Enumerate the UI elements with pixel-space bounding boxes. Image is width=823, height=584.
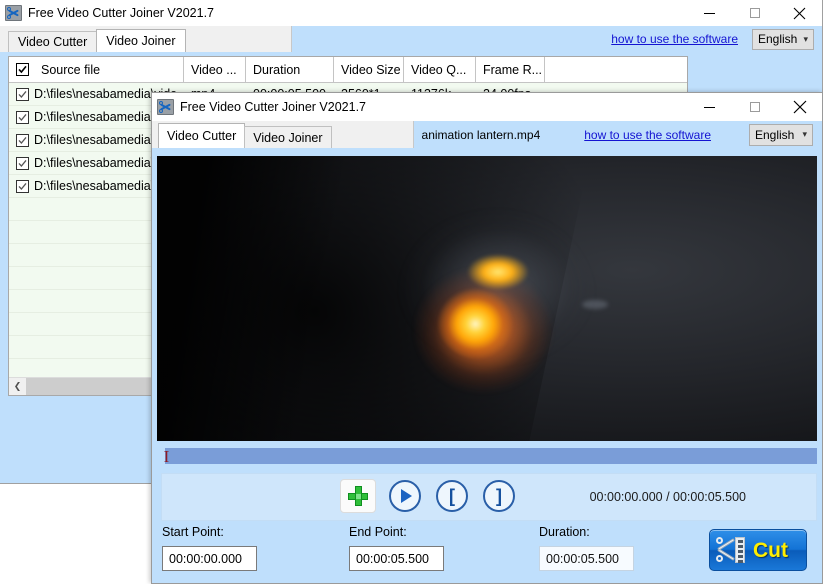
chevron-down-icon: ▾ (803, 33, 808, 44)
how-to-use-link[interactable]: how to use the software (584, 128, 711, 142)
trim-fields: Start Point: 00:00:00.000 End Point: 00:… (152, 525, 822, 581)
tab-video-cutter[interactable]: Video Cutter (8, 31, 98, 52)
current-file-label: animation lantern.mp4 (421, 127, 541, 142)
scissors-film-icon (716, 536, 746, 564)
tabstrip-window2: Video Cutter Video Joiner animation lant… (152, 121, 822, 148)
row-checkbox[interactable] (16, 87, 29, 101)
tab-video-joiner[interactable]: Video Joiner (244, 126, 332, 148)
select-all-checkbox[interactable] (16, 63, 29, 76)
cut-button-label: Cut (753, 538, 788, 562)
close-icon[interactable] (777, 93, 822, 121)
tab-video-cutter[interactable]: Video Cutter (158, 123, 246, 148)
set-start-point-button[interactable]: [ (434, 479, 470, 513)
play-button[interactable] (387, 479, 423, 513)
video-preview[interactable] (157, 156, 817, 441)
header-video-format[interactable]: Video ... (184, 57, 246, 82)
language-select[interactable]: English ▾ (752, 28, 814, 50)
maximize-button[interactable] (732, 93, 777, 121)
app-icon (5, 5, 22, 21)
plus-icon (348, 486, 368, 506)
row-checkbox[interactable] (16, 133, 29, 147)
header-source-file[interactable]: Source file (9, 57, 184, 82)
window-controls (687, 93, 822, 121)
timeline-track[interactable] (165, 448, 817, 464)
playback-buttons: [ ] (340, 479, 517, 513)
list-header-row: Source file Video ... Duration Video Siz… (9, 57, 687, 83)
row-checkbox[interactable] (16, 110, 29, 124)
close-icon[interactable] (777, 0, 822, 27)
preview-edge-shadow (157, 156, 382, 441)
add-clip-button[interactable] (340, 479, 376, 513)
header-links-window2: animation lantern.mp4 how to use the sof… (422, 121, 822, 148)
explosion-graphic (389, 208, 608, 413)
header-filler (545, 57, 687, 82)
timeline-slider[interactable]: I (157, 445, 817, 467)
end-point-label: End Point: (349, 525, 407, 539)
timecode-display: 00:00:00.000 / 00:00:05.500 (589, 490, 746, 504)
header-video-quality[interactable]: Video Q... (404, 57, 476, 82)
header-video-size[interactable]: Video Size (334, 57, 404, 82)
header-frame-rate[interactable]: Frame R... (476, 57, 545, 82)
cell-source-file: D:\files\nesabamedia\ (34, 156, 155, 170)
app-icon (157, 99, 174, 115)
how-to-use-link[interactable]: how to use the software (611, 32, 738, 46)
minimize-button[interactable] (687, 0, 732, 27)
header-links-window1: how to use the software English ▾ (611, 26, 822, 52)
end-point-input[interactable]: 00:00:05.500 (349, 546, 444, 571)
titlebar-window1[interactable]: Free Video Cutter Joiner V2021.7 (0, 0, 822, 27)
cut-button[interactable]: Cut (709, 529, 807, 571)
tabs-window2: Video Cutter Video Joiner (152, 121, 414, 148)
language-select[interactable]: English ▾ (749, 123, 813, 146)
bracket-open-icon: [ (436, 480, 468, 512)
row-checkbox[interactable] (16, 156, 29, 170)
window-title: Free Video Cutter Joiner V2021.7 (180, 100, 366, 114)
scroll-left-icon[interactable]: ❮ (9, 378, 26, 395)
titlebar-window2[interactable]: Free Video Cutter Joiner V2021.7 (152, 93, 822, 122)
window-video-cutter[interactable]: Free Video Cutter Joiner V2021.7 Video C… (151, 92, 823, 584)
language-value: English (755, 127, 795, 142)
play-icon (389, 480, 421, 512)
tab-video-joiner[interactable]: Video Joiner (96, 29, 186, 52)
window-controls (687, 0, 822, 27)
language-value: English (758, 32, 798, 46)
minimize-button[interactable] (687, 93, 732, 121)
tabstrip-window1: Video Cutter Video Joiner how to use the… (0, 26, 822, 52)
cell-source-file: D:\files\nesabamedia\ (34, 133, 155, 147)
tabs-window1: Video Cutter Video Joiner (0, 26, 292, 52)
start-point-label: Start Point: (162, 525, 224, 539)
timeline-handle[interactable]: I (163, 445, 170, 467)
playback-controls-bar: [ ] 00:00:00.000 / 00:00:05.500 (161, 473, 817, 521)
bracket-close-icon: ] (483, 480, 515, 512)
cell-source-file: D:\files\nesabamedia\ (34, 110, 155, 124)
header-source-file-label: Source file (41, 62, 101, 77)
cell-source-file: D:\files\nesabamedia\ (34, 179, 155, 193)
row-checkbox[interactable] (16, 179, 29, 193)
duration-label: Duration: (539, 525, 590, 539)
header-duration[interactable]: Duration (246, 57, 334, 82)
set-end-point-button[interactable]: ] (481, 479, 517, 513)
window-title: Free Video Cutter Joiner V2021.7 (28, 6, 214, 20)
chevron-down-icon: ▾ (802, 129, 807, 139)
start-point-input[interactable]: 00:00:00.000 (162, 546, 257, 571)
duration-value: 00:00:05.500 (539, 546, 634, 571)
maximize-button[interactable] (732, 0, 777, 27)
